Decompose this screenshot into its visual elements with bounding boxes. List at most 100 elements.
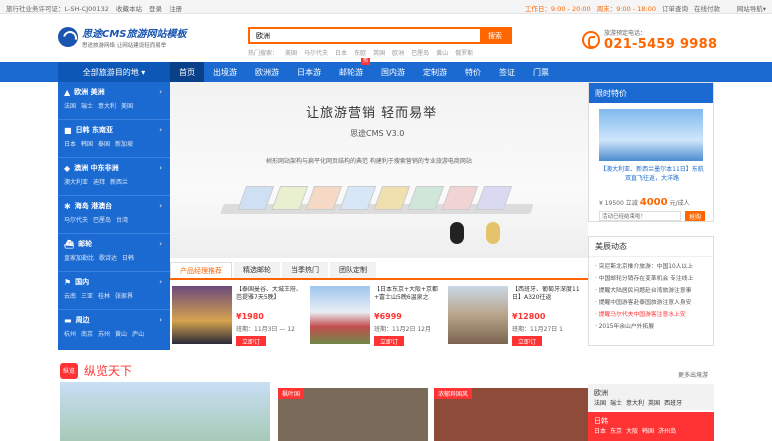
menu-sublink[interactable]: 三亚 (81, 293, 93, 300)
hot-word[interactable]: 马尔代夫 (304, 48, 328, 57)
overview-image-main[interactable] (60, 382, 270, 441)
menu-sublink[interactable]: 瑞士 (81, 103, 93, 110)
menu-sublink[interactable]: 巴厘岛 (93, 217, 111, 224)
tab-cruises[interactable]: 精选邮轮 (234, 262, 280, 278)
menu-sublink[interactable]: 马尔代夫 (64, 217, 88, 224)
book-button[interactable]: 立即订 (374, 336, 404, 346)
nav-item-special[interactable]: 特价 (456, 62, 490, 82)
dest-link[interactable]: 日本 (594, 428, 606, 435)
news-item[interactable]: · 突尼斯北京推介旅游：中国10人以上 (595, 261, 713, 273)
product-image[interactable] (310, 286, 370, 344)
nav-item-custom[interactable]: 定制游 (414, 62, 456, 82)
dest-link[interactable]: 法国 (594, 400, 606, 407)
dest-link[interactable]: 大阪 (626, 428, 638, 435)
online-pay-link[interactable]: 在线付款 (694, 3, 720, 13)
tab-manager-picks[interactable]: 产品经理推荐 (170, 262, 232, 278)
search-button[interactable]: 搜索 (480, 29, 510, 42)
book-button[interactable]: 立即订 (512, 336, 542, 346)
book-button[interactable]: 立即订 (236, 336, 266, 346)
menu-sublink[interactable]: 张家界 (115, 293, 133, 300)
menu-sublink[interactable]: 杭州 (64, 331, 76, 338)
nav-item-domestic[interactable]: 国内游 (372, 62, 414, 82)
news-item[interactable]: · 中国邮轮分销存在变革机会 专注线上 (595, 273, 713, 285)
register-link[interactable]: 注册 (169, 5, 182, 13)
dest-link[interactable]: 济州岛 (658, 428, 676, 435)
menu-item-domestic[interactable]: ⚑ 国内 › 云南 三亚 桂林 张家界 (58, 272, 170, 310)
hot-word[interactable]: 英国 (373, 48, 385, 57)
menu-sublink[interactable]: 庐山 (132, 331, 144, 338)
product-image[interactable] (448, 286, 508, 344)
menu-sublink[interactable]: 迪拜 (93, 179, 105, 186)
menu-sublink[interactable]: 南京 (81, 331, 93, 338)
menu-item-europe-america[interactable]: ▲ 欧洲 美洲 › 法国 瑞士 意大利 美国 (58, 82, 170, 120)
hot-word[interactable]: 俄罗斯 (455, 48, 473, 57)
hero-banner[interactable]: 让旅游营销 轻而易举 思途CMS V3.0 树形网站架构与扁平化网页结构的典范 … (170, 82, 588, 258)
dest-link[interactable]: 东京 (610, 428, 622, 435)
nav-item-cruise[interactable]: 邮轮游 热 (330, 58, 372, 82)
menu-sublink[interactable]: 日本 (64, 141, 76, 148)
order-query-link[interactable]: 订单查询 (662, 3, 688, 13)
dest-link[interactable]: 英国 (648, 400, 660, 407)
search-input[interactable] (250, 29, 480, 42)
product-name[interactable]: 【泰国曼谷、大城王府、芭提雅7天5晚】 (236, 286, 304, 310)
menu-sublink[interactable]: 日韩 (122, 255, 134, 262)
menu-item-cruise[interactable]: ⛴ 邮轮 › 皇家加勒比 歌诗达 日韩 (58, 234, 170, 272)
product-image[interactable] (172, 286, 232, 344)
nav-item-home[interactable]: 首页 (170, 62, 204, 82)
nav-item-europe[interactable]: 欧洲游 (246, 62, 288, 82)
menu-sublink[interactable]: 美国 (121, 103, 133, 110)
hot-word[interactable]: 欧洲 (392, 48, 404, 57)
dest-link[interactable]: 意大利 (626, 400, 644, 407)
product-name[interactable]: 【西班牙、葡萄牙深度11日】A320往返 (512, 286, 580, 310)
menu-sublink[interactable]: 黄山 (115, 331, 127, 338)
bookmark-link[interactable]: 收藏本站 (116, 5, 142, 13)
hot-word[interactable]: 美国 (285, 48, 297, 57)
dest-link[interactable]: 西班牙 (664, 400, 682, 407)
product-name[interactable]: 【日本东京+大阪+京都+富士山5晚6温泉之 (374, 286, 442, 310)
hot-word[interactable]: 日本 (335, 48, 347, 57)
menu-sublink[interactable]: 韩国 (81, 141, 93, 148)
menu-sublink[interactable]: 法国 (64, 103, 76, 110)
site-nav-dropdown[interactable]: 网站导航▾ (737, 3, 766, 13)
nav-item-outbound[interactable]: 出境游 (204, 62, 246, 82)
login-link[interactable]: 登录 (149, 5, 162, 13)
hot-word[interactable]: 东欧 (354, 48, 366, 57)
news-item[interactable]: · 2015年余山户外拓展 (595, 321, 713, 333)
menu-sublink[interactable]: 新加坡 (115, 141, 133, 148)
dest-link[interactable]: 韩国 (642, 428, 654, 435)
menu-item-islands[interactable]: ✱ 海岛 港澳台 › 马尔代夫 巴厘岛 台湾 (58, 196, 170, 234)
hot-word[interactable]: 巴厘岛 (411, 48, 429, 57)
menu-item-australia-mideast[interactable]: ◆ 澳洲 中东非洲 › 澳大利亚 迪拜 新西兰 (58, 158, 170, 196)
tab-group-custom[interactable]: 团队定制 (330, 262, 376, 278)
hot-word[interactable]: 黄山 (436, 48, 448, 57)
logo[interactable]: 思途CMS旅游网站模板 思途旅游网络 让网站建设轻而易举 (58, 24, 188, 50)
special-offer-caption[interactable]: 【澳大利亚、新西兰墨尔本11日】东航双直飞往返，大洋路 (599, 165, 705, 183)
menu-sublink[interactable]: 云南 (64, 293, 76, 300)
menu-sublink[interactable]: 新西兰 (110, 179, 128, 186)
buy-now-button[interactable]: 抢购 (685, 211, 705, 221)
menu-sublink[interactable]: 苏州 (98, 331, 110, 338)
nav-item-tickets[interactable]: 门票 (524, 62, 558, 82)
menu-item-nearby[interactable]: ▬ 周边 › 杭州 南京 苏州 黄山 庐山 (58, 310, 170, 348)
menu-item-japan-sea[interactable]: ■ 日韩 东南亚 › 日本 韩国 泰国 新加坡 (58, 120, 170, 158)
more-outbound-link[interactable]: 更多出境游 (678, 370, 708, 379)
overview-image-exotic[interactable]: 浓郁异国风 (434, 388, 588, 441)
hot-badge: 热 (360, 58, 370, 65)
nav-item-japan[interactable]: 日本游 (288, 62, 330, 82)
menu-sublink[interactable]: 皇家加勒比 (64, 255, 94, 262)
menu-sublink[interactable]: 意大利 (98, 103, 116, 110)
nav-item-visa[interactable]: 签证 (490, 62, 524, 82)
special-offer-image[interactable] (599, 109, 703, 161)
menu-sublink[interactable]: 泰国 (98, 141, 110, 148)
menu-sublink[interactable]: 桂林 (98, 293, 110, 300)
news-item[interactable]: · 提醒马尔代夫中国游客注意水上安 (595, 309, 713, 321)
news-item[interactable]: · 提醒中国游客赴泰国旅游注意人身安 (595, 297, 713, 309)
menu-sublink[interactable]: 澳大利亚 (64, 179, 88, 186)
menu-sublink[interactable]: 台湾 (116, 217, 128, 224)
dest-link[interactable]: 瑞士 (610, 400, 622, 407)
menu-sublink[interactable]: 歌诗达 (99, 255, 117, 262)
tab-seasonal[interactable]: 当季热门 (282, 262, 328, 278)
overview-image-maple[interactable]: 枫叶国 (278, 388, 428, 441)
all-destinations-button[interactable]: 全部旅游目的地 ▾ (58, 62, 170, 82)
news-item[interactable]: · 提醒大陆居民问题赴台湾旅游注意事 (595, 285, 713, 297)
